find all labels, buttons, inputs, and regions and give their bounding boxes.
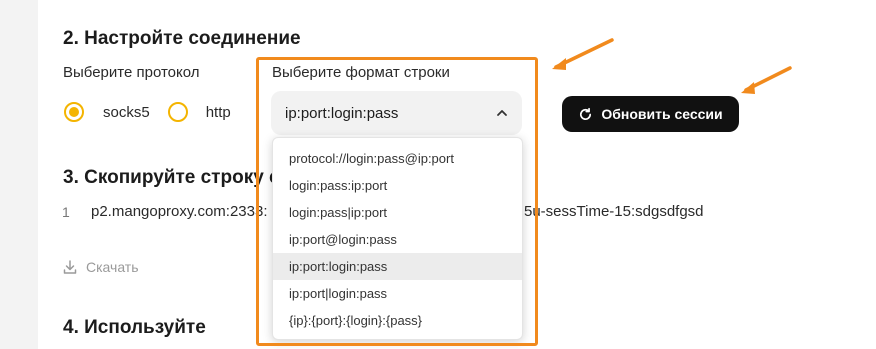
section-3-title: 3. Скопируйте строку с [63, 167, 280, 188]
radio-http-label[interactable]: http [206, 104, 231, 121]
proxy-string-start[interactable]: p2.mangoproxy.com:2333: [91, 203, 268, 220]
annotation-arrow-icon [741, 66, 792, 94]
section-4-title: 4. Используйте [63, 317, 206, 338]
download-button[interactable]: Скачать [62, 259, 139, 275]
code-line-number: 1 [62, 204, 70, 220]
protocol-radio-group: socks5 http [64, 102, 231, 122]
protocol-label: Выберите протокол [63, 64, 200, 81]
annotation-highlight-box [256, 57, 538, 346]
radio-socks5[interactable]: socks5 [64, 102, 150, 122]
radio-socks5-control[interactable] [64, 102, 84, 122]
download-icon [63, 260, 77, 274]
section-2-title: 2. Настройте соединение [63, 28, 301, 49]
radio-selected-dot [69, 107, 79, 117]
radio-http[interactable]: http [167, 102, 231, 122]
radio-http-control[interactable] [167, 102, 188, 122]
refresh-icon [580, 107, 592, 120]
download-label: Скачать [86, 259, 139, 275]
refresh-sessions-label: Обновить сессии [601, 106, 723, 122]
annotation-arrow-icon [552, 38, 614, 70]
proxy-string-end[interactable]: 5u-sessTime-15:sdgsdfgsd [524, 203, 704, 220]
refresh-sessions-button[interactable]: Обновить сессии [562, 96, 739, 132]
radio-socks5-label[interactable]: socks5 [103, 104, 150, 121]
